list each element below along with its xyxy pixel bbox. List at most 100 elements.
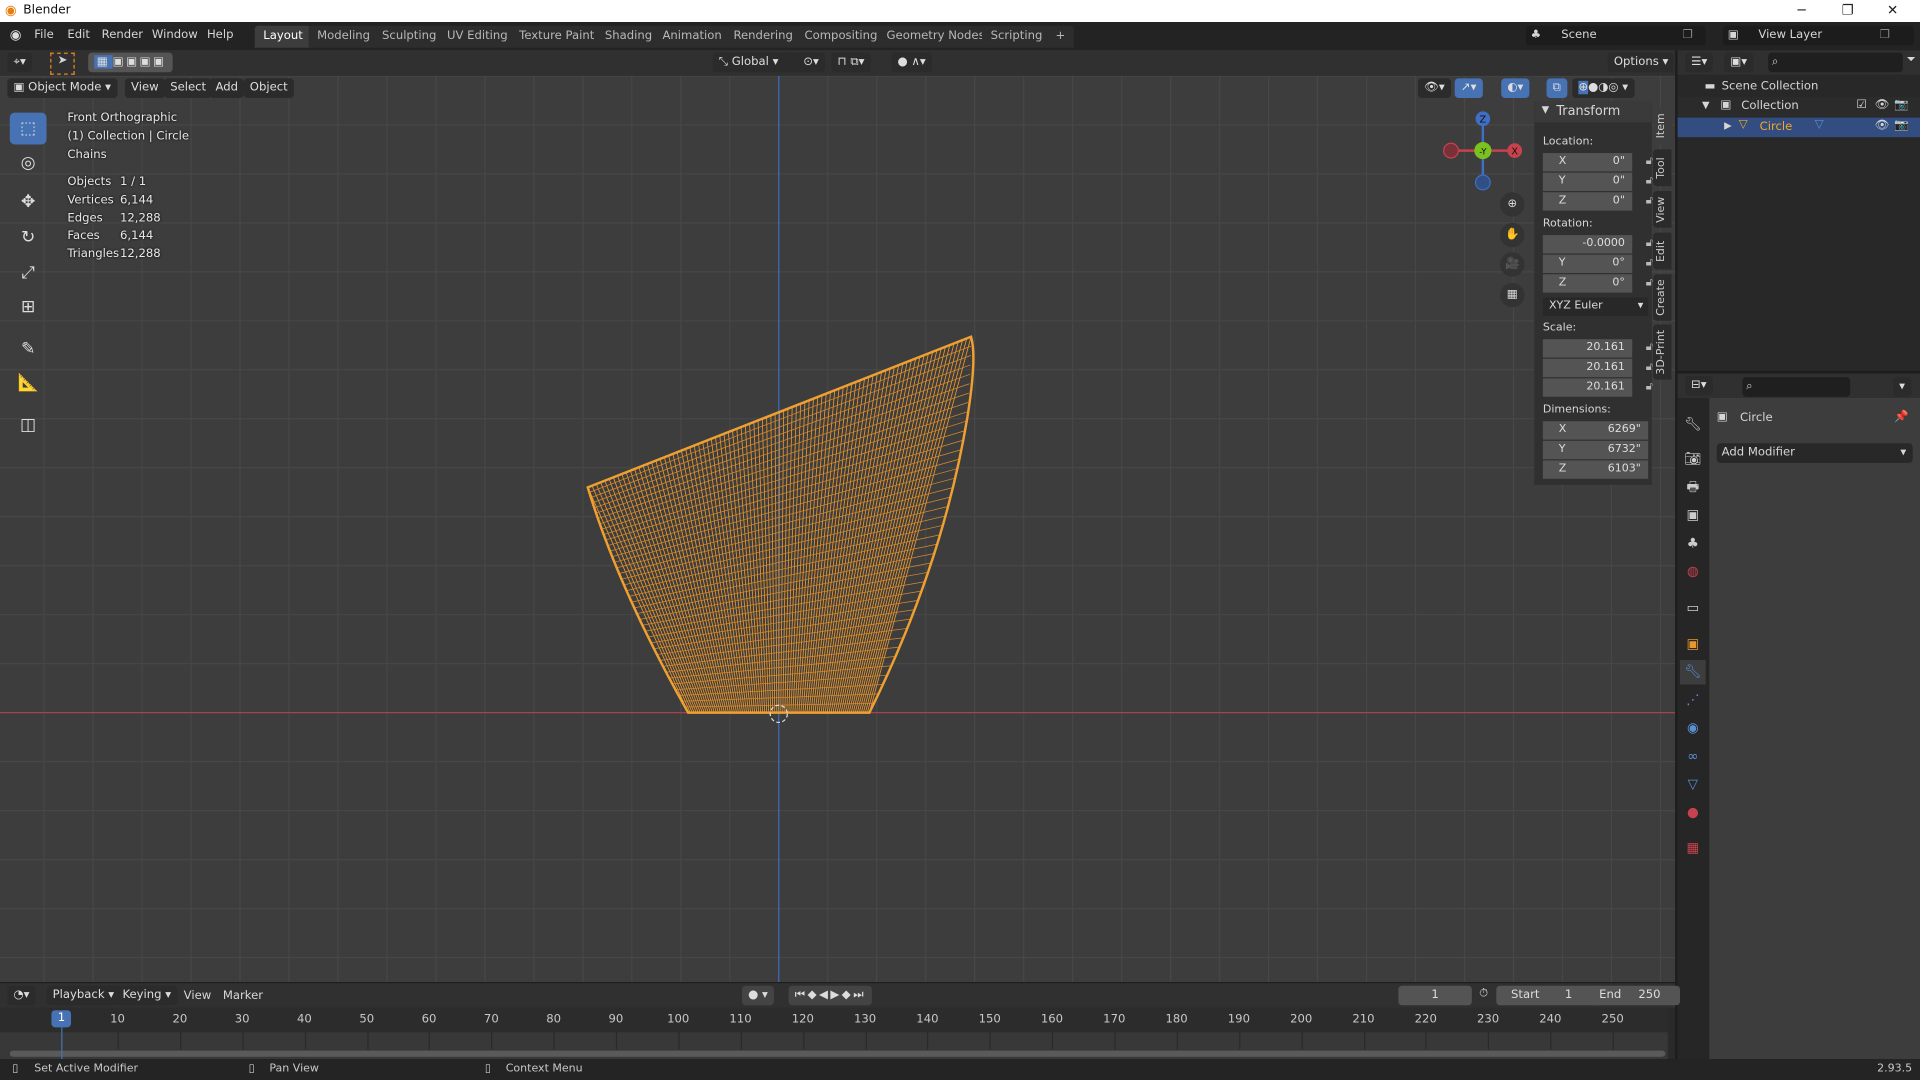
- sidebar-tab-item[interactable]: Item: [1653, 107, 1672, 145]
- proportional-edit-icon[interactable]: ● ∧▾: [891, 52, 932, 73]
- tab-shading[interactable]: Shading: [596, 25, 661, 48]
- tool-measure-icon[interactable]: 📐: [10, 367, 47, 399]
- scale-field[interactable]: 20.161 🔓︎: [1542, 378, 1653, 397]
- tab-scripting[interactable]: Scripting: [982, 25, 1051, 48]
- properties-tab-particles-icon[interactable]: ⋰: [1680, 688, 1706, 712]
- tab--[interactable]: +: [1046, 25, 1074, 48]
- properties-tab-output-icon[interactable]: 🖶: [1680, 475, 1706, 499]
- object-expand-icon[interactable]: ▶: [1724, 120, 1732, 131]
- camera-view-icon[interactable]: 🎥: [1500, 252, 1525, 277]
- current-frame-field[interactable]: 1: [1398, 985, 1472, 1006]
- overlay-toggle-icon[interactable]: ◐▾: [1501, 78, 1530, 98]
- tool-select-box-icon[interactable]: ⬚: [9, 112, 47, 145]
- 3d-viewport[interactable]: ⌖▾ ➤ ▦ ▣▣▣▣ ⤡ Global ▾ ⊙▾ ⊓ ⧉▾ ● ∧▾ Optio…: [0, 50, 1676, 983]
- menu-add[interactable]: Add: [209, 78, 245, 98]
- properties-tab-tool-icon[interactable]: 🔧︎: [1680, 413, 1706, 437]
- exclude-checkbox[interactable]: ☑: [1856, 98, 1866, 111]
- playhead[interactable]: 1: [51, 1010, 72, 1028]
- marker-menu[interactable]: Marker: [223, 989, 263, 1002]
- rotation-field[interactable]: Y 0° 🔓︎: [1542, 254, 1653, 274]
- menu-view[interactable]: View: [124, 78, 165, 98]
- lock-icon[interactable]: 🔓︎: [1646, 378, 1653, 396]
- transform-orientation-dropdown[interactable]: ⤡ Global ▾: [712, 52, 801, 73]
- timeline-view-menu[interactable]: View: [184, 989, 212, 1002]
- properties-search-input[interactable]: ⌕: [1742, 377, 1851, 397]
- rotation-field[interactable]: -0.0000 🔓︎: [1542, 235, 1653, 254]
- editor-type-icon[interactable]: ⌖▾: [7, 52, 32, 73]
- properties-tab-scene-icon[interactable]: ♣: [1680, 531, 1706, 555]
- dimension-y-field[interactable]: Y 6732": [1542, 440, 1649, 460]
- sidebar-tab-edit[interactable]: Edit: [1653, 232, 1672, 270]
- menu-select[interactable]: Select: [164, 78, 213, 98]
- lock-icon[interactable]: 🔓︎: [1646, 173, 1653, 191]
- tool-annotate-icon[interactable]: ✎: [10, 333, 47, 365]
- tab-texture-paint[interactable]: Texture Paint: [510, 25, 603, 48]
- lock-icon[interactable]: 🔓︎: [1646, 255, 1653, 273]
- sidebar-tab-view[interactable]: View: [1653, 191, 1672, 228]
- properties-tab-view-layer-icon[interactable]: ▣: [1680, 503, 1706, 527]
- lock-icon[interactable]: 🔓︎: [1646, 153, 1653, 171]
- ortho-toggle-icon[interactable]: ▦: [1500, 282, 1525, 308]
- lock-icon[interactable]: 🔓︎: [1646, 359, 1653, 377]
- selection-mode-icons[interactable]: ▦ ▣▣▣▣: [88, 52, 173, 73]
- outliner-filter-icon[interactable]: ⏷: [1907, 53, 1916, 66]
- xray-toggle-icon[interactable]: ⧉: [1546, 78, 1568, 98]
- outliner-filter-layer-icon[interactable]: ▣▾: [1724, 52, 1754, 73]
- lock-icon[interactable]: 🔓︎: [1646, 339, 1653, 357]
- navigation-gizmo[interactable]: Z X -Y: [1439, 107, 1527, 195]
- tab-sculpting[interactable]: Sculpting: [373, 25, 445, 48]
- tab-modeling[interactable]: Modeling: [308, 25, 379, 48]
- dimension-x-field[interactable]: X 6269": [1542, 421, 1649, 440]
- tab-uv-editing[interactable]: UV Editing: [438, 25, 517, 48]
- properties-tab-world-icon[interactable]: ◍: [1680, 560, 1706, 584]
- snap-icon[interactable]: ⊓ ⧉▾: [831, 52, 871, 73]
- keying-menu[interactable]: Keying ▾: [116, 985, 178, 1006]
- properties-tab-mesh-data-icon[interactable]: ▽: [1680, 773, 1706, 797]
- tab-compositing[interactable]: Compositing: [795, 25, 886, 48]
- new-view-layer-icon[interactable]: ❐: [1880, 26, 1890, 46]
- outliner-display-mode-icon[interactable]: ☰▾: [1684, 52, 1714, 73]
- collection-expand-icon[interactable]: ▼: [1702, 99, 1710, 110]
- tool-move-icon[interactable]: ✥: [10, 186, 47, 218]
- options-dropdown[interactable]: Options ▾: [1607, 52, 1675, 73]
- object-eye-icon[interactable]: 👁: [1875, 119, 1890, 132]
- properties-tab-object-icon[interactable]: ▣: [1680, 632, 1706, 656]
- tab-rendering[interactable]: Rendering: [724, 25, 802, 48]
- tab-geometry-nodes[interactable]: Geometry Nodes: [877, 25, 994, 48]
- properties-tab-physics-icon[interactable]: ◉: [1680, 716, 1706, 740]
- pan-view-icon[interactable]: ✋: [1500, 222, 1525, 248]
- visibility-icon[interactable]: 👁▾: [1417, 78, 1451, 98]
- properties-tab-render-icon[interactable]: 📷︎: [1680, 447, 1706, 471]
- maximize-button[interactable]: ❐: [1842, 2, 1854, 18]
- stopwatch-icon[interactable]: ⏱: [1479, 987, 1488, 1000]
- sidebar-tab-create[interactable]: Create: [1653, 274, 1672, 321]
- properties-options-icon[interactable]: ▾: [1893, 377, 1912, 397]
- blender-menu-icon[interactable]: ◉: [10, 27, 22, 43]
- pin-icon[interactable]: 📌: [1894, 410, 1909, 423]
- object-camera-icon[interactable]: 📷: [1894, 119, 1909, 132]
- tool-cursor-icon[interactable]: ◎: [10, 147, 47, 179]
- lock-icon[interactable]: 🔓︎: [1646, 274, 1653, 292]
- dimension-z-field[interactable]: Z 6103": [1542, 460, 1649, 479]
- end-frame-field[interactable]: End 250: [1591, 985, 1681, 1006]
- timeline-scrollbar[interactable]: [9, 1050, 1666, 1057]
- scene-selector[interactable]: ♣ Scene ❐: [1525, 25, 1706, 46]
- zoom-view-icon[interactable]: ⊕: [1500, 192, 1525, 217]
- properties-tab-constraints-icon[interactable]: ∞: [1680, 744, 1706, 768]
- menu-object[interactable]: Object: [243, 78, 294, 98]
- location-z-field[interactable]: Z 0" 🔓︎: [1542, 192, 1653, 211]
- tab-animation[interactable]: Animation: [653, 25, 731, 48]
- tool-rotate-icon[interactable]: ↻: [10, 222, 47, 254]
- scale-field[interactable]: 20.161 🔓︎: [1542, 358, 1653, 378]
- sidebar-tab-tool[interactable]: Tool: [1653, 149, 1672, 187]
- timeline-editor-type-icon[interactable]: ◔▾: [7, 985, 36, 1006]
- auto-keying-icon[interactable]: ● ▾: [742, 985, 774, 1006]
- tool-add-cube-icon[interactable]: ◫: [10, 409, 47, 441]
- object-mode-dropdown[interactable]: ▣ Object Mode ▾: [7, 78, 118, 98]
- outliner-collection[interactable]: Collection: [1741, 99, 1799, 112]
- start-frame-field[interactable]: Start 1: [1496, 985, 1603, 1006]
- hide-eye-icon[interactable]: 👁: [1875, 98, 1890, 111]
- outliner-object[interactable]: Circle: [1760, 120, 1793, 133]
- rotation-field[interactable]: Z 0° 🔓︎: [1542, 274, 1653, 293]
- view-layer-selector[interactable]: ▣ View Layer ❐: [1722, 25, 1914, 46]
